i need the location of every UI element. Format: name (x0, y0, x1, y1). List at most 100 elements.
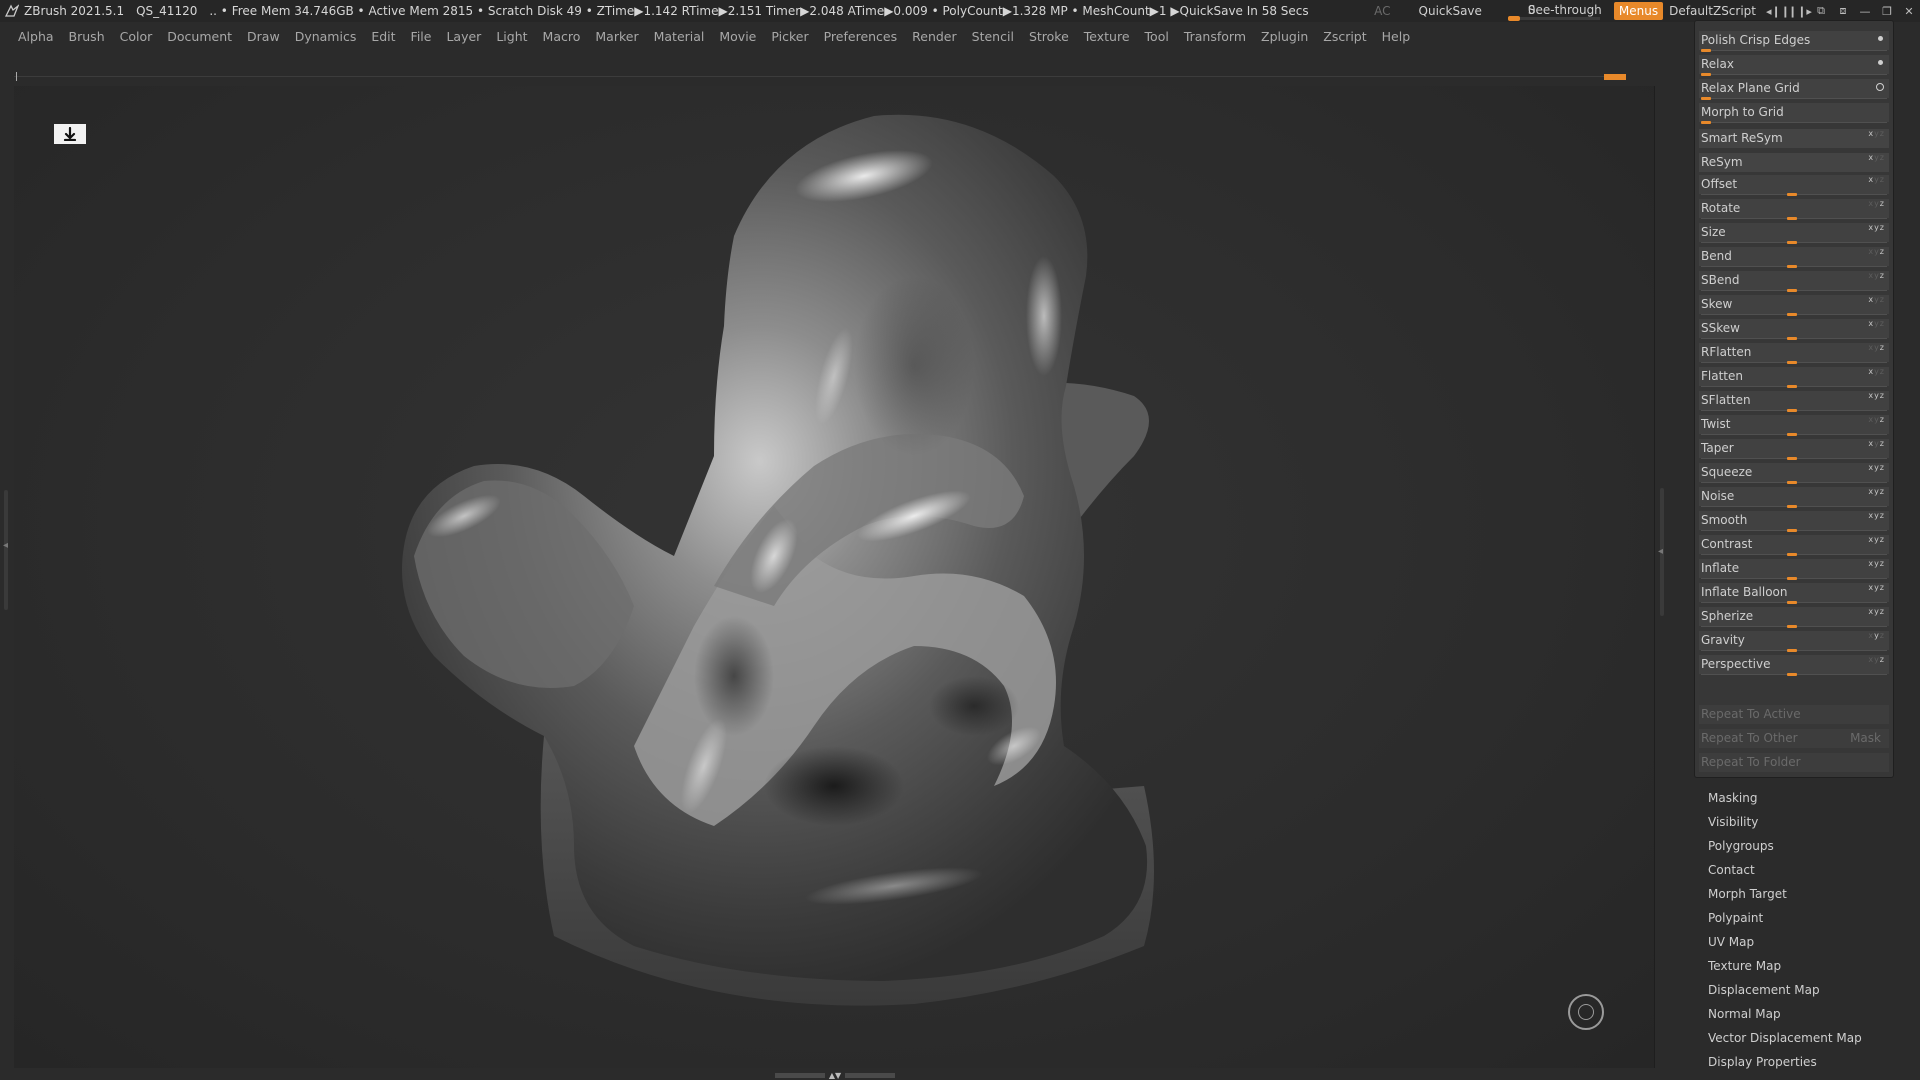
bottom-tray-handle[interactable]: ▲▼ (770, 1070, 900, 1080)
menu-stencil[interactable]: Stencil (972, 29, 1014, 44)
strip-indicator[interactable] (1604, 74, 1626, 80)
perspective-slider-axis-toggles[interactable]: xyz (1868, 655, 1885, 664)
menus-button[interactable]: Menus (1613, 2, 1664, 20)
see-through-slider[interactable]: See-through 0 (1507, 1, 1602, 21)
menu-light[interactable]: Light (496, 29, 527, 44)
menu-picker[interactable]: Picker (771, 29, 808, 44)
noise-slider-knob[interactable] (1787, 505, 1797, 508)
inflate-slider-knob[interactable] (1787, 577, 1797, 580)
relax-slider-knob[interactable] (1701, 73, 1711, 76)
sflatten-slider-axis-toggles[interactable]: xyz (1868, 391, 1885, 400)
menu-color[interactable]: Color (120, 29, 153, 44)
smooth-slider-knob[interactable] (1787, 529, 1797, 532)
menu-macro[interactable]: Macro (543, 29, 581, 44)
mask-toggle[interactable]: Mask (1850, 731, 1881, 745)
section-display-properties[interactable]: Display Properties (1708, 1050, 1908, 1074)
section-polypaint[interactable]: Polypaint (1708, 906, 1908, 930)
offset-slider-knob[interactable] (1787, 193, 1797, 196)
quicksave-button[interactable]: QuickSave (1419, 4, 1482, 18)
inflate-balloon-slider[interactable]: Inflate Balloon xyz (1699, 582, 1889, 604)
bend-slider[interactable]: Bend xyz (1699, 246, 1889, 268)
repeat-to-folder-button[interactable]: Repeat To Folder (1699, 752, 1889, 774)
rotate-slider-knob[interactable] (1787, 217, 1797, 220)
gravity-slider[interactable]: Gravity xyz (1699, 630, 1889, 652)
contrast-slider-knob[interactable] (1787, 553, 1797, 556)
menu-draw[interactable]: Draw (247, 29, 280, 44)
menu-help[interactable]: Help (1382, 29, 1411, 44)
morph-to-grid-slider-knob[interactable] (1701, 121, 1711, 124)
gravity-slider-axis-toggles[interactable]: xyz (1868, 631, 1885, 640)
polish-crisp-edges-slider-knob[interactable] (1701, 49, 1711, 52)
section-texture-map[interactable]: Texture Map (1708, 954, 1908, 978)
size-slider-knob[interactable] (1787, 241, 1797, 244)
sskew-slider-axis-toggles[interactable]: xyz (1868, 319, 1885, 328)
relax-slider-dot-icon[interactable] (1878, 60, 1883, 65)
sbend-slider[interactable]: SBend xyz (1699, 270, 1889, 292)
menu-material[interactable]: Material (654, 29, 705, 44)
sculpt-mesh[interactable] (14, 86, 1654, 1068)
default-zscript-button[interactable]: DefaultZScript (1669, 4, 1756, 18)
menu-file[interactable]: File (411, 29, 432, 44)
flatten-slider-axis-toggles[interactable]: xyz (1868, 367, 1885, 376)
noise-slider-axis-toggles[interactable]: xyz (1868, 487, 1885, 496)
noise-slider[interactable]: Noise xyz (1699, 486, 1889, 508)
section-contact[interactable]: Contact (1708, 858, 1908, 882)
rflatten-slider-axis-toggles[interactable]: xyz (1868, 343, 1885, 352)
palette-left-icon[interactable]: ◂❙❙ (1766, 5, 1790, 18)
bend-slider-knob[interactable] (1787, 265, 1797, 268)
see-through-knob[interactable] (1507, 16, 1520, 21)
size-slider[interactable]: Size xyz (1699, 222, 1889, 244)
chevron-updown-icon[interactable]: ▲▼ (829, 1071, 841, 1080)
sskew-slider[interactable]: SSkew xyz (1699, 318, 1889, 340)
skew-slider-axis-toggles[interactable]: xyz (1868, 295, 1885, 304)
twist-slider-knob[interactable] (1787, 433, 1797, 436)
smooth-slider-axis-toggles[interactable]: xyz (1868, 511, 1885, 520)
spherize-slider-axis-toggles[interactable]: xyz (1868, 607, 1885, 616)
sbend-slider-knob[interactable] (1787, 289, 1797, 292)
inflate-balloon-slider-knob[interactable] (1787, 601, 1797, 604)
close-icon[interactable]: ✕ (1898, 5, 1920, 18)
squeeze-slider-axis-toggles[interactable]: xyz (1868, 463, 1885, 472)
section-vector-displacement-map[interactable]: Vector Displacement Map (1708, 1026, 1908, 1050)
smart-resym-button[interactable]: Smart ReSym xyz (1699, 128, 1889, 150)
menu-document[interactable]: Document (167, 29, 232, 44)
morph-to-grid-slider[interactable]: Morph to Grid (1699, 102, 1889, 124)
skew-slider[interactable]: Skew xyz (1699, 294, 1889, 316)
relax-plane-grid-slider[interactable]: Relax Plane Grid (1699, 78, 1889, 100)
repeat-to-active-button[interactable]: Repeat To Active (1699, 704, 1889, 726)
perspective-slider-knob[interactable] (1787, 673, 1797, 676)
menu-preferences[interactable]: Preferences (824, 29, 898, 44)
repeat-to-other-button[interactable]: Repeat To Other Mask (1699, 728, 1889, 750)
flatten-slider-knob[interactable] (1787, 385, 1797, 388)
resym-button[interactable]: ReSym xyz (1699, 152, 1889, 174)
inflate-slider[interactable]: Inflate xyz (1699, 558, 1889, 580)
smooth-slider[interactable]: Smooth xyz (1699, 510, 1889, 532)
right-tray-arrow-icon[interactable]: ◂ (1658, 546, 1663, 557)
offset-slider-axis-toggles[interactable]: xyz (1868, 175, 1885, 184)
menu-texture[interactable]: Texture (1084, 29, 1130, 44)
menu-tool[interactable]: Tool (1145, 29, 1169, 44)
inflate-balloon-slider-axis-toggles[interactable]: xyz (1868, 583, 1885, 592)
maximize-icon[interactable]: ❐ (1876, 5, 1898, 18)
sflatten-slider[interactable]: SFlatten xyz (1699, 390, 1889, 412)
rflatten-slider-knob[interactable] (1787, 361, 1797, 364)
menu-stroke[interactable]: Stroke (1029, 29, 1069, 44)
ac-label[interactable]: AC (1374, 4, 1390, 18)
inflate-slider-axis-toggles[interactable]: xyz (1868, 559, 1885, 568)
rotate-slider-axis-toggles[interactable]: xyz (1868, 199, 1885, 208)
twist-slider-axis-toggles[interactable]: xyz (1868, 415, 1885, 424)
bend-slider-axis-toggles[interactable]: xyz (1868, 247, 1885, 256)
gyro-icon[interactable] (1568, 994, 1604, 1030)
polish-crisp-edges-slider[interactable]: Polish Crisp Edges (1699, 30, 1889, 52)
menu-transform[interactable]: Transform (1184, 29, 1246, 44)
menu-dynamics[interactable]: Dynamics (295, 29, 357, 44)
section-visibility[interactable]: Visibility (1708, 810, 1908, 834)
canvas-viewport[interactable] (14, 86, 1655, 1068)
sbend-slider-axis-toggles[interactable]: xyz (1868, 271, 1885, 280)
section-normal-map[interactable]: Normal Map (1708, 1002, 1908, 1026)
resym-button-axis-toggles[interactable]: xyz (1868, 153, 1885, 162)
gravity-slider-knob[interactable] (1787, 649, 1797, 652)
layout-icon[interactable]: ⧉ (1810, 4, 1832, 18)
section-uv-map[interactable]: UV Map (1708, 930, 1908, 954)
left-tray-arrow-icon[interactable]: ◂ (3, 540, 8, 551)
